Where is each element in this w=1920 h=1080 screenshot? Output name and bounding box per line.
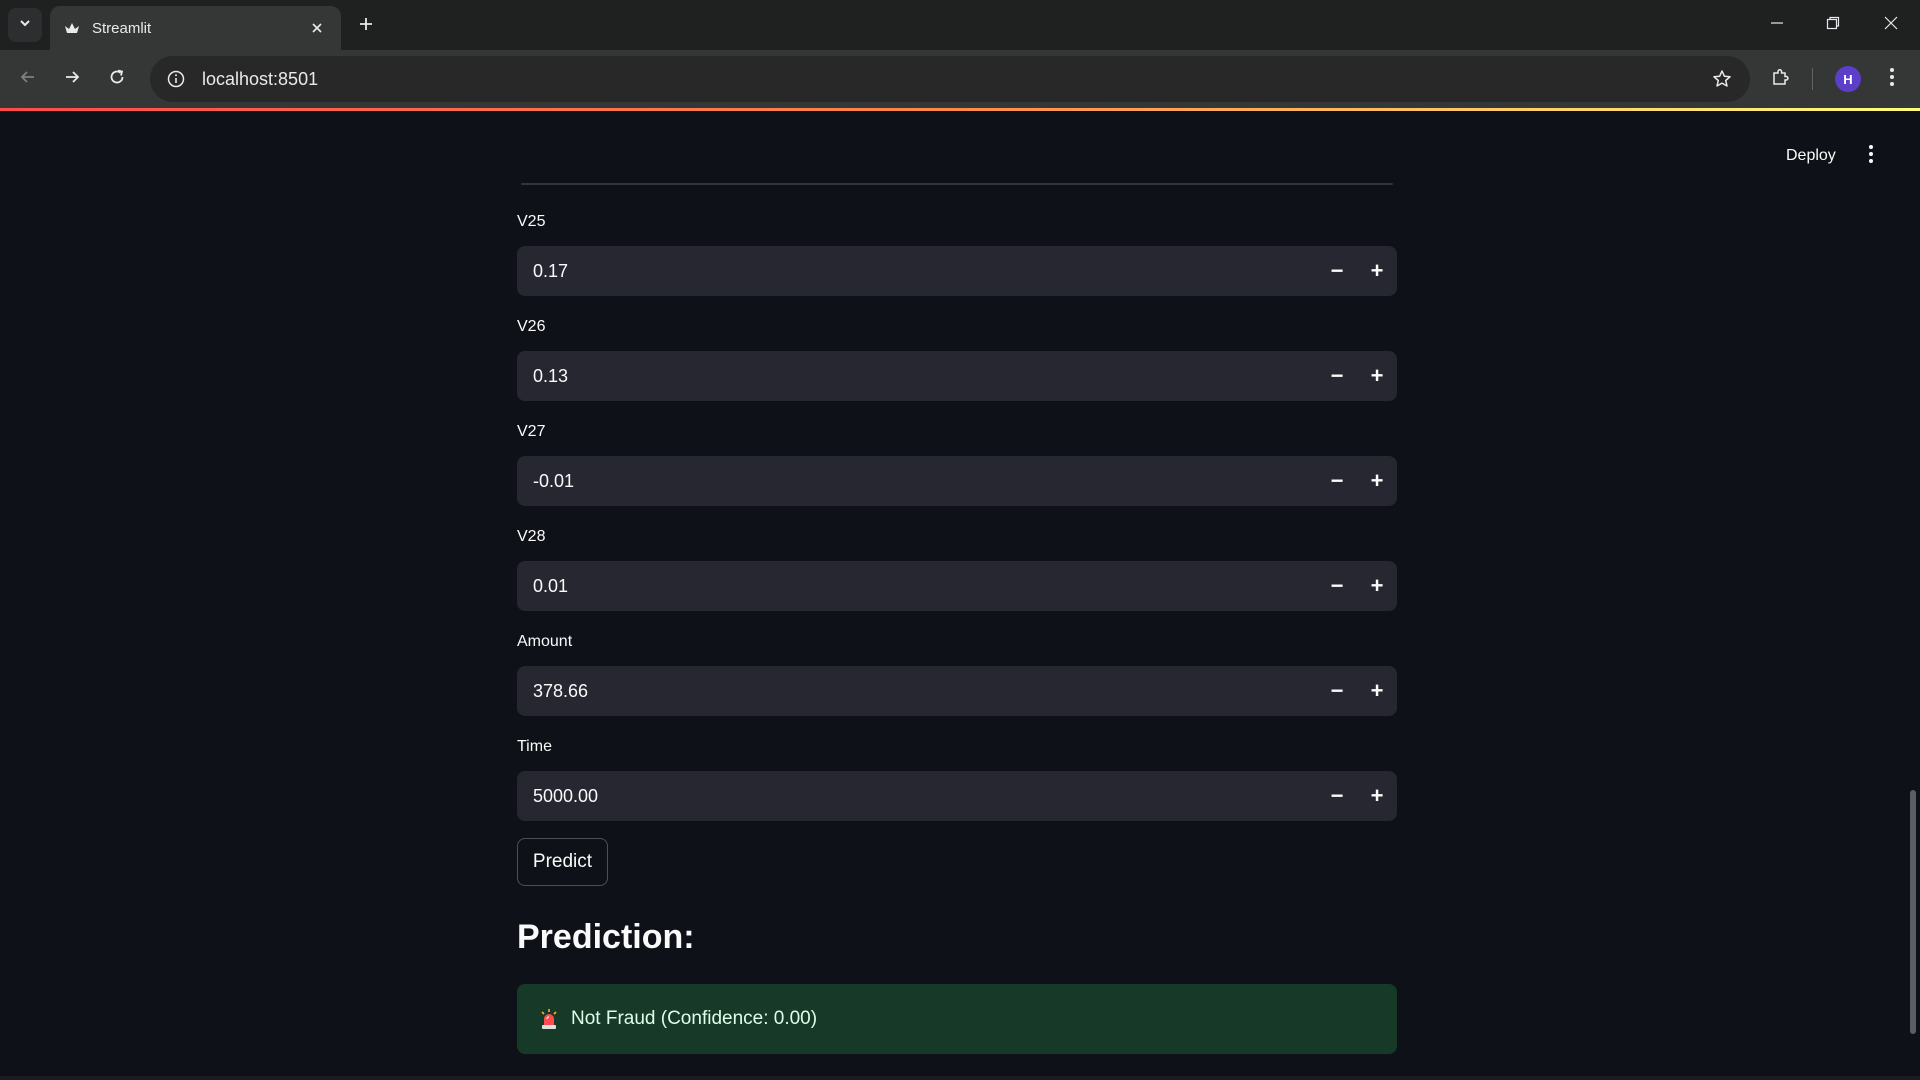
increment-button[interactable]: + <box>1357 351 1397 401</box>
arrow-left-icon <box>19 68 37 91</box>
increment-button[interactable]: + <box>1357 456 1397 506</box>
number-input-v27: V27 -0.01 − + <box>517 420 1397 506</box>
field-label: V28 <box>517 528 546 545</box>
field-label: V27 <box>517 423 546 440</box>
prediction-heading: Prediction: <box>517 918 695 956</box>
restore-button[interactable] <box>1813 8 1853 42</box>
info-icon[interactable] <box>164 67 188 91</box>
chevron-down-icon <box>18 16 32 35</box>
avatar: H <box>1835 66 1861 92</box>
extensions-button[interactable] <box>1765 63 1797 95</box>
close-icon <box>1884 16 1898 35</box>
prediction-result-text: Not Fraud (Confidence: 0.00) <box>571 1008 818 1029</box>
star-icon[interactable] <box>1710 67 1734 91</box>
number-input-box: 0.13 − + <box>517 351 1397 401</box>
decrement-button[interactable]: − <box>1317 771 1357 821</box>
number-field[interactable]: 0.13 <box>517 366 1317 387</box>
increment-button[interactable]: + <box>1357 561 1397 611</box>
field-label: Time <box>517 738 552 755</box>
number-input-box: 5000.00 − + <box>517 771 1397 821</box>
decrement-button[interactable]: − <box>1317 666 1357 716</box>
reload-icon <box>108 68 126 91</box>
app-menu-button[interactable] <box>1855 140 1887 172</box>
forward-button[interactable] <box>56 63 88 95</box>
scrollbar-thumb[interactable] <box>1910 790 1916 1034</box>
browser-menu-button[interactable] <box>1876 63 1908 95</box>
number-field[interactable]: 378.66 <box>517 681 1317 702</box>
number-input-box: 0.17 − + <box>517 246 1397 296</box>
number-field[interactable]: -0.01 <box>517 471 1317 492</box>
divider <box>521 183 1393 185</box>
tab-title: Streamlit <box>92 19 152 37</box>
address-bar[interactable]: localhost:8501 <box>150 56 1750 102</box>
field-label: V26 <box>517 318 546 335</box>
browser-tab-bar: Streamlit <box>0 0 1920 50</box>
back-button[interactable] <box>12 63 44 95</box>
more-vertical-icon <box>1889 67 1895 92</box>
predict-button[interactable]: Predict <box>517 838 608 886</box>
streamlit-logo-icon <box>64 20 80 36</box>
browser-toolbar: localhost:8501 H <box>0 50 1920 108</box>
number-input-box: 378.66 − + <box>517 666 1397 716</box>
increment-button[interactable]: + <box>1357 666 1397 716</box>
toolbar-separator <box>1812 68 1813 90</box>
number-input-amount: Amount 378.66 − + <box>517 630 1397 716</box>
tab-search-button[interactable] <box>8 8 42 42</box>
profile-button[interactable]: H <box>1832 63 1864 95</box>
bottom-edge <box>0 1076 1920 1080</box>
arrow-right-icon <box>63 68 81 91</box>
decrement-button[interactable]: − <box>1317 456 1357 506</box>
url-text: localhost:8501 <box>202 68 319 89</box>
number-input-time: Time 5000.00 − + <box>517 735 1397 821</box>
reload-button[interactable] <box>101 63 133 95</box>
minimize-button[interactable] <box>1757 8 1797 42</box>
decrement-button[interactable]: − <box>1317 561 1357 611</box>
prediction-result-alert: Not Fraud (Confidence: 0.00) <box>517 984 1397 1054</box>
number-input-box: -0.01 − + <box>517 456 1397 506</box>
puzzle-icon <box>1771 67 1791 92</box>
field-label: Amount <box>517 633 573 650</box>
increment-button[interactable]: + <box>1357 246 1397 296</box>
number-field[interactable]: 0.01 <box>517 576 1317 597</box>
browser-tab[interactable]: Streamlit <box>50 6 341 50</box>
more-vertical-icon <box>1868 144 1874 169</box>
increment-button[interactable]: + <box>1357 771 1397 821</box>
number-input-box: 0.01 − + <box>517 561 1397 611</box>
number-input-v28: V28 0.01 − + <box>517 525 1397 611</box>
number-field[interactable]: 0.17 <box>517 261 1317 282</box>
new-tab-button[interactable] <box>352 12 380 40</box>
number-field[interactable]: 5000.00 <box>517 786 1317 807</box>
close-icon[interactable] <box>307 18 327 38</box>
decrement-button[interactable]: − <box>1317 351 1357 401</box>
number-input-v25: V25 0.17 − + <box>517 210 1397 296</box>
decrement-button[interactable]: − <box>1317 246 1357 296</box>
close-window-button[interactable] <box>1871 8 1911 42</box>
minimize-icon <box>1770 16 1784 35</box>
number-input-v26: V26 0.13 − + <box>517 315 1397 401</box>
field-label: V25 <box>517 213 546 230</box>
restore-icon <box>1826 16 1840 35</box>
deploy-button[interactable]: Deploy <box>1770 140 1852 172</box>
siren-icon <box>539 1008 559 1030</box>
plus-icon <box>358 16 374 37</box>
